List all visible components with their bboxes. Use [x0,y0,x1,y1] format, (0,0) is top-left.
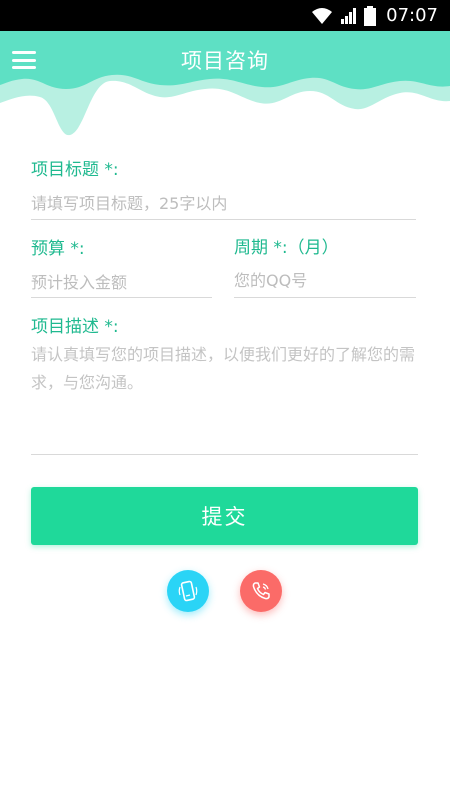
budget-underline [31,297,212,298]
description-textarea[interactable] [31,341,421,449]
battery-icon [364,5,377,26]
phone-call-icon [252,582,270,600]
header: 项目咨询 [0,31,450,141]
project-title-underline [31,219,416,220]
period-label: 周期 *:（月） [234,238,339,258]
phone-call-button[interactable] [240,570,282,612]
description-underline [31,454,418,455]
signal-icon [341,7,357,24]
period-underline [234,297,416,298]
wifi-icon [312,7,333,24]
description-label: 项目描述 *: [31,317,119,337]
project-title-input[interactable] [31,191,416,215]
status-bar: 07:07 [0,0,450,31]
period-input[interactable] [234,268,416,292]
budget-label: 预算 *: [31,239,85,259]
submit-button[interactable]: 提交 [31,487,418,545]
project-title-label: 项目标题 *: [31,160,119,180]
page-title: 项目咨询 [181,49,269,73]
budget-input[interactable] [31,270,212,294]
mobile-contact-button[interactable] [167,570,209,612]
mobile-phone-icon [178,580,198,602]
status-time: 07:07 [386,5,438,26]
